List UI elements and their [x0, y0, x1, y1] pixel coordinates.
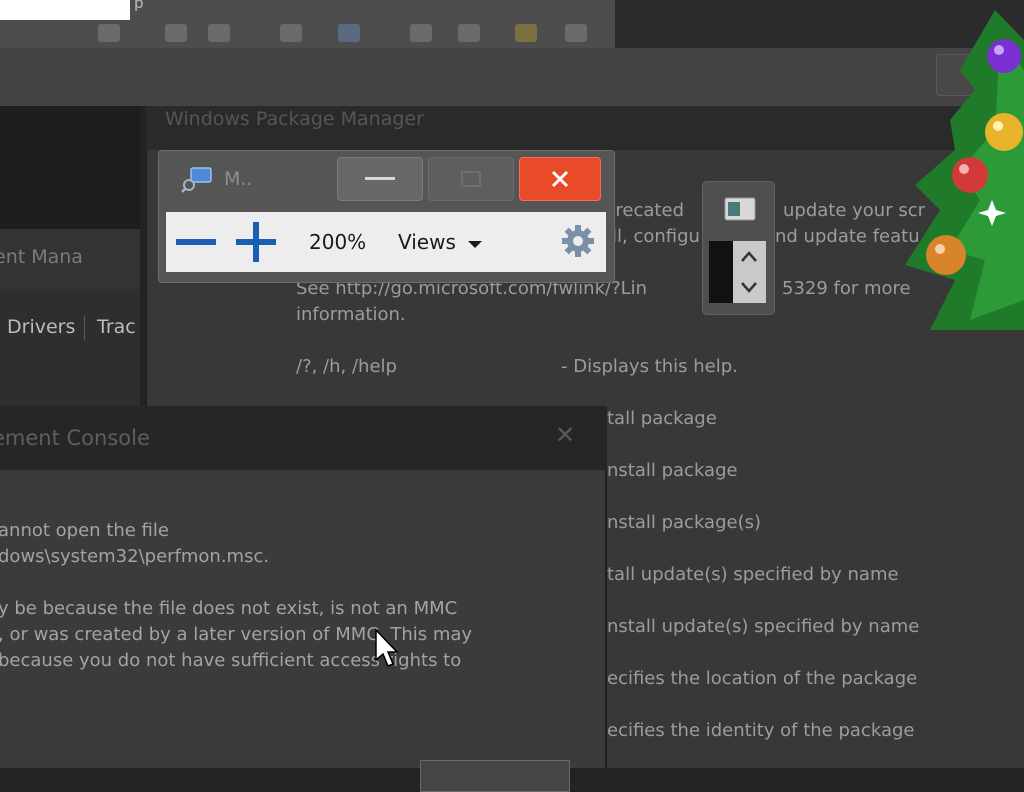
- tab-divider: [84, 316, 85, 340]
- help-text-line: - Displays this help.: [561, 356, 738, 377]
- window-icon[interactable]: [724, 196, 756, 222]
- help-text-line: tall package: [607, 408, 717, 429]
- toolbar-icon[interactable]: [338, 24, 360, 42]
- help-text-line: nd update featu: [775, 226, 920, 247]
- help-text-line: 5329 for more: [782, 278, 911, 299]
- error-message-line: dows\system32\perfmon.msc.: [0, 546, 270, 567]
- star-icon[interactable]: [515, 24, 537, 42]
- help-text-line: precated: [604, 200, 684, 221]
- magnifier-toolbar: [166, 212, 606, 272]
- magnifier-title: M..: [224, 168, 253, 190]
- toolbar-icon[interactable]: [98, 24, 120, 42]
- toolbar-icon[interactable]: [280, 24, 302, 42]
- help-text-line: ecifies the identity of the package: [607, 720, 915, 741]
- error-message-line: , or was created by a later version of M…: [0, 624, 473, 645]
- toolbar-icon[interactable]: [458, 24, 480, 42]
- error-dialog-title: ement Console: [0, 426, 150, 450]
- chevron-down-icon: [468, 241, 483, 248]
- help-text-line: /?, /h, /help: [296, 356, 397, 377]
- help-text-line: nstall package: [607, 460, 738, 481]
- left-pane-header: [0, 106, 140, 229]
- help-text-line: information.: [296, 304, 406, 325]
- error-dialog-close-button[interactable]: ✕: [555, 422, 575, 448]
- dism-window-title: Windows Package Manager: [165, 108, 424, 130]
- zoom-out-icon[interactable]: [174, 226, 218, 258]
- zoom-level: 200%: [309, 230, 367, 254]
- maximize-icon: [461, 171, 481, 187]
- tab-tracing[interactable]: Trac: [97, 316, 136, 338]
- error-message-line: annot open the file: [0, 520, 169, 541]
- toolbar-icon[interactable]: [565, 24, 587, 42]
- chevron-up-icon[interactable]: [737, 244, 761, 270]
- toolbar-icon[interactable]: [208, 24, 230, 42]
- top-text-fragment: p: [134, 0, 144, 12]
- ok-button[interactable]: [420, 760, 570, 792]
- views-dropdown[interactable]: Views: [398, 230, 483, 254]
- views-label: Views: [398, 230, 456, 254]
- error-message-line: y be because the file does not exist, is…: [0, 598, 458, 619]
- help-text-line: ecifies the location of the package: [607, 668, 918, 689]
- address-field[interactable]: [0, 0, 130, 20]
- help-text-line: nstall update(s) specified by name: [607, 616, 920, 637]
- left-pane-title: ent Mana: [0, 246, 83, 268]
- toolbar-icon[interactable]: [165, 24, 187, 42]
- window-band: [0, 48, 1024, 106]
- mouse-cursor-icon: [375, 628, 399, 667]
- help-text-line: tall update(s) specified by name: [607, 564, 899, 585]
- minimize-icon: [365, 177, 395, 180]
- minimize-button[interactable]: [337, 157, 423, 201]
- help-text-line: ll, configu: [612, 226, 700, 247]
- toolbar-icon[interactable]: [410, 24, 432, 42]
- zoom-in-icon[interactable]: [234, 220, 278, 264]
- help-text-line: nstall package(s): [607, 512, 762, 533]
- close-icon: [551, 170, 569, 188]
- scroll-track[interactable]: [709, 241, 733, 303]
- maximize-button[interactable]: [428, 157, 514, 201]
- magnifier-icon: [181, 167, 212, 193]
- tab-drivers[interactable]: Drivers: [7, 316, 75, 338]
- gear-icon[interactable]: [559, 222, 597, 260]
- christmas-tree-icon: [905, 10, 1024, 330]
- close-button[interactable]: [519, 157, 601, 201]
- chevron-down-icon[interactable]: [737, 274, 761, 300]
